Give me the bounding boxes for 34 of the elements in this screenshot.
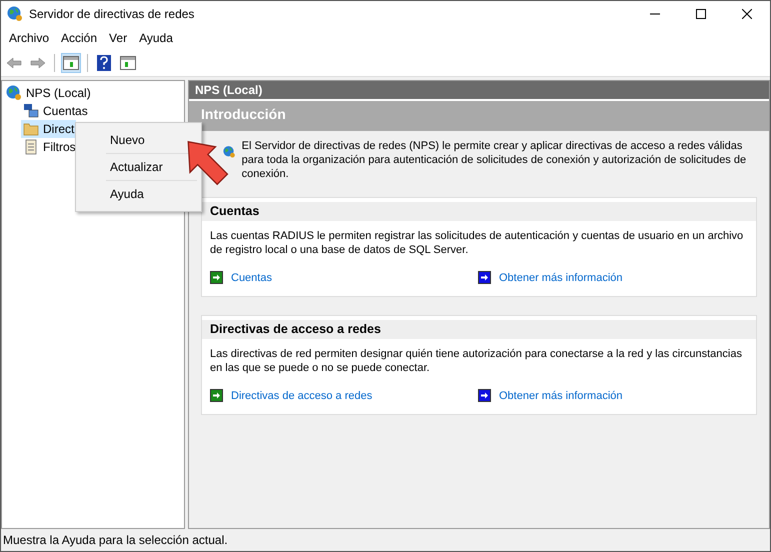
folder-icon	[23, 121, 39, 137]
link[interactable]: Obtener más información	[499, 272, 622, 284]
menu-item[interactable]: Ayuda	[133, 31, 179, 45]
show-tree-button[interactable]	[61, 53, 81, 73]
show-pane-button[interactable]	[118, 53, 138, 73]
menu-item[interactable]: Ayuda	[110, 187, 144, 201]
computers-icon	[23, 103, 39, 119]
app-icon	[7, 6, 23, 22]
intro-text: El Servidor de directivas de redes (NPS) le permite crear y aplicar directivas de acceso a redes válidas para toda la organización para autenticación de solicitudes de conexión y autorización de solicitudes de conexión.	[242, 139, 748, 181]
menu-item[interactable]: Acción	[55, 31, 104, 45]
maximize-icon	[696, 8, 706, 18]
menu-item[interactable]: Ver	[103, 31, 134, 45]
tree-item[interactable]: Direct	[21, 120, 76, 138]
link[interactable]: Obtener más información	[499, 390, 622, 402]
globe-icon	[6, 85, 22, 101]
tree-item[interactable]: Cuentas	[21, 102, 90, 120]
help-button[interactable]	[94, 53, 114, 73]
menu-item[interactable]: Archivo	[3, 31, 56, 45]
tree-item[interactable]: NPS (Local)	[4, 84, 93, 102]
window-title: Servidor de directivas de redes	[29, 6, 196, 20]
link[interactable]: Cuentas	[231, 272, 272, 284]
section-text: Las directivas de red permiten designar quién tiene autorización para conectarse a la red y las circunstancias en las que se puede o no se puede conectar.	[209, 347, 743, 376]
close-icon	[742, 8, 752, 18]
tree-item[interactable]: Filtros	[21, 138, 78, 156]
menu-item[interactable]: Actualizar	[110, 160, 163, 174]
section-text: Las cuentas RADIUS le permiten registrar las solicitudes de autenticación y cuentas de usuario en un archivo de registro local o una base de datos de SQL Server.	[209, 229, 744, 258]
link[interactable]: Directivas de acceso a redes	[231, 390, 372, 402]
status-text: Muestra la Ayuda para la selección actual.	[1, 529, 770, 551]
intro-title: Introducción	[189, 101, 769, 131]
pane-header: NPS (Local)	[189, 81, 769, 99]
menu-item[interactable]: Nuevo	[110, 133, 145, 147]
section-title: Directivas de acceso a redes	[202, 320, 756, 339]
section-title: Cuentas	[202, 202, 756, 221]
scroll-icon	[23, 139, 39, 155]
